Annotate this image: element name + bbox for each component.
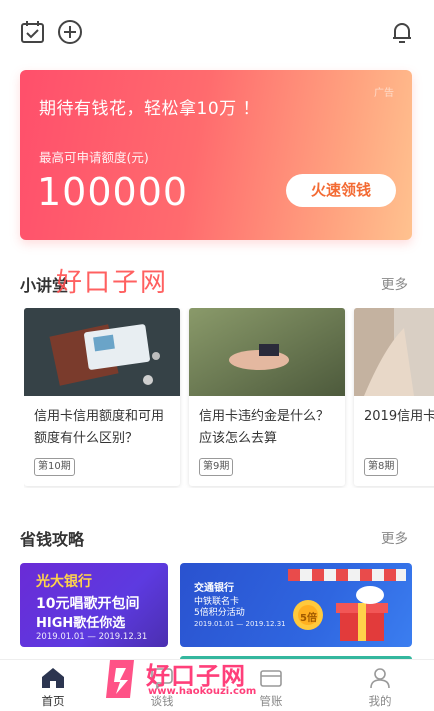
promo-bank-name: 光大银行 (36, 574, 92, 590)
watermark-logo-icon (106, 660, 134, 698)
hand-card-photo (189, 308, 345, 396)
ad-tag: 广告 (374, 88, 394, 99)
credit-limit-amount: 100000 (37, 170, 189, 214)
credit-limit-label: 最高可申请额度(元) (39, 150, 149, 165)
savings-section-title: 省钱攻略 (20, 530, 85, 549)
multiplier-badge: 5倍 (300, 613, 317, 624)
promo-date-range: 2019.01.01 — 2019.12.31 (36, 632, 148, 642)
lecture-card[interactable]: 信用卡违约金是什么？应该怎么去算 第9期 (189, 308, 345, 486)
lecture-card[interactable]: 2019信用卡审批的 第8期 (354, 308, 434, 486)
lecture-card-title: 2019信用卡审批的 (364, 409, 434, 424)
issue-badge: 第10期 (34, 458, 75, 476)
promo-headline: 10元唱歌开包间 (36, 596, 140, 612)
calendar-check-icon[interactable] (19, 18, 47, 46)
issue-badge: 第9期 (199, 458, 234, 476)
promo-date-range: 2019.01.01 — 2019.12.31 (194, 620, 286, 628)
lecture-more-link[interactable]: 更多 (381, 273, 408, 293)
home-icon (42, 668, 64, 688)
tab-profile[interactable]: 我的 (345, 660, 415, 711)
profile-icon (370, 668, 390, 689)
promo-subline: HIGH歌任你选 (36, 616, 126, 631)
watermark-logo: 好口子网 www.haokouzi.com (98, 656, 268, 702)
issue-badge: 第8期 (364, 458, 399, 476)
top-bar (0, 0, 434, 60)
apply-now-button[interactable]: 火速领钱 (286, 174, 396, 207)
promo-activity: 5倍积分活动 (194, 608, 245, 618)
savings-more-link[interactable]: 更多 (381, 527, 408, 547)
credit-card-photo (24, 308, 180, 396)
promo-banner-bocom[interactable]: 交通银行 中铁联名卡 5倍积分活动 2019.01.01 — 2019.12.3… (180, 563, 412, 647)
add-circle-icon[interactable] (56, 18, 84, 46)
lecture-card-title: 信用卡违约金是什么？应该怎么去算 (199, 409, 330, 446)
promo-banner-cebbank[interactable]: 光大银行 10元唱歌开包间 HIGH歌任你选 2019.01.01 — 2019… (20, 563, 168, 647)
lecture-card-title: 信用卡信用额度和可用额度有什么区别？ (34, 409, 165, 446)
loan-hero-banner[interactable]: 期待有钱花，轻松拿10万 ！ 广告 最高可申请额度(元) 100000 火速领钱 (20, 70, 412, 240)
lecture-card-list: 信用卡信用额度和可用额度有什么区别？ 第10期 信用卡违约金是什么？应该怎么去算… (24, 308, 434, 488)
hero-headline: 期待有钱花，轻松拿10万 ！ (39, 99, 261, 119)
tab-label: 首页 (41, 694, 65, 708)
watermark-url: www.haokouzi.com (148, 686, 257, 697)
lecture-card[interactable]: 信用卡信用额度和可用额度有什么区别？ 第10期 (24, 308, 180, 486)
bell-icon[interactable] (388, 18, 416, 46)
tab-label: 我的 (368, 694, 392, 708)
promo-bank-name: 交通银行 (194, 583, 234, 594)
article-photo (354, 308, 434, 396)
tab-home[interactable]: 首页 (18, 660, 88, 711)
watermark-text: 好口子网 (56, 268, 169, 298)
